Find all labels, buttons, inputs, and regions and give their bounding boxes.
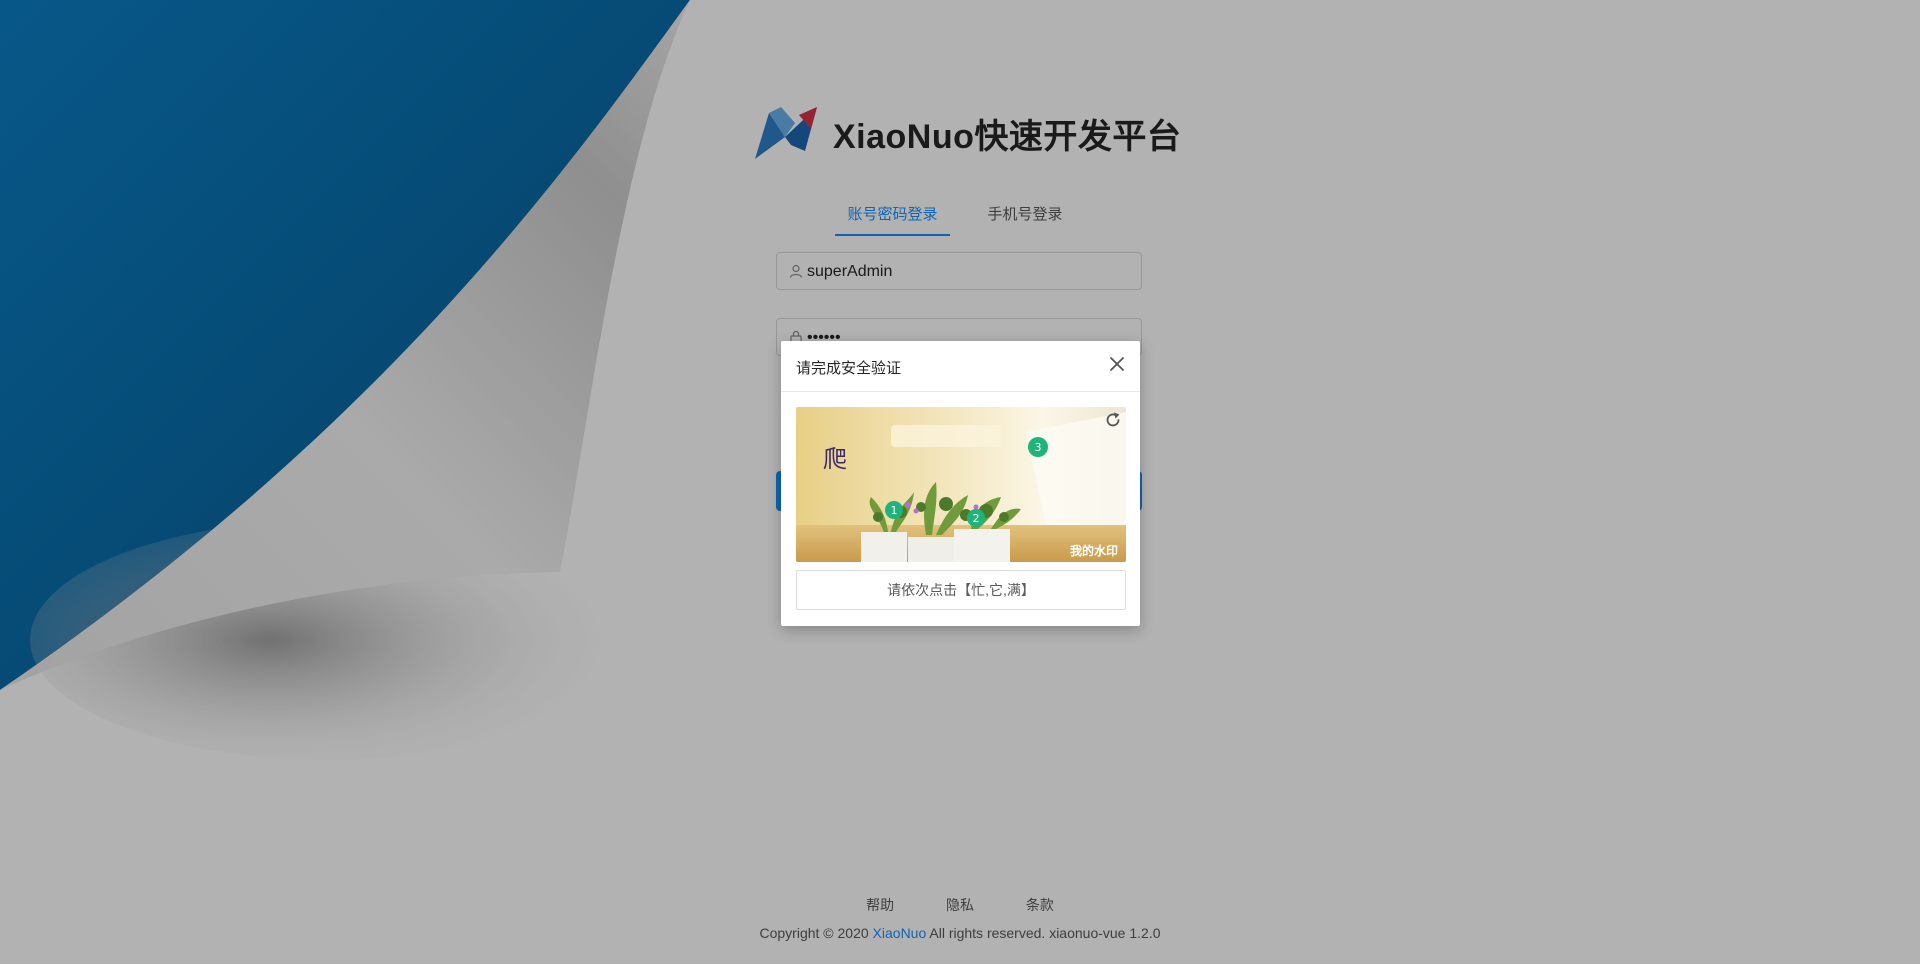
captcha-marker-2[interactable]: 2 — [967, 509, 985, 527]
refresh-icon[interactable] — [1104, 411, 1122, 429]
captcha-photo[interactable]: 爬 我的水印 1 2 3 — [796, 407, 1126, 562]
captcha-instruction: 请依次点击【忙,它,满】 — [796, 570, 1126, 610]
svg-text:1: 1 — [891, 504, 898, 517]
svg-text:3: 3 — [1035, 441, 1042, 454]
captcha-watermark: 我的水印 — [1070, 543, 1118, 558]
captcha-image[interactable]: 爬 我的水印 1 2 3 — [796, 407, 1126, 562]
captcha-marker-3[interactable]: 3 — [1028, 437, 1048, 457]
security-verification-modal: 请完成安全验证 爬 我的水印 1 2 3 请依次点击【忙,它,满】 — [781, 341, 1140, 626]
captcha-distractor-char: 爬 — [823, 445, 847, 473]
close-icon[interactable] — [1104, 351, 1130, 377]
svg-text:2: 2 — [973, 512, 980, 525]
captcha-marker-1[interactable]: 1 — [885, 501, 903, 519]
modal-divider — [781, 391, 1140, 392]
modal-title: 请完成安全验证 — [796, 360, 902, 377]
